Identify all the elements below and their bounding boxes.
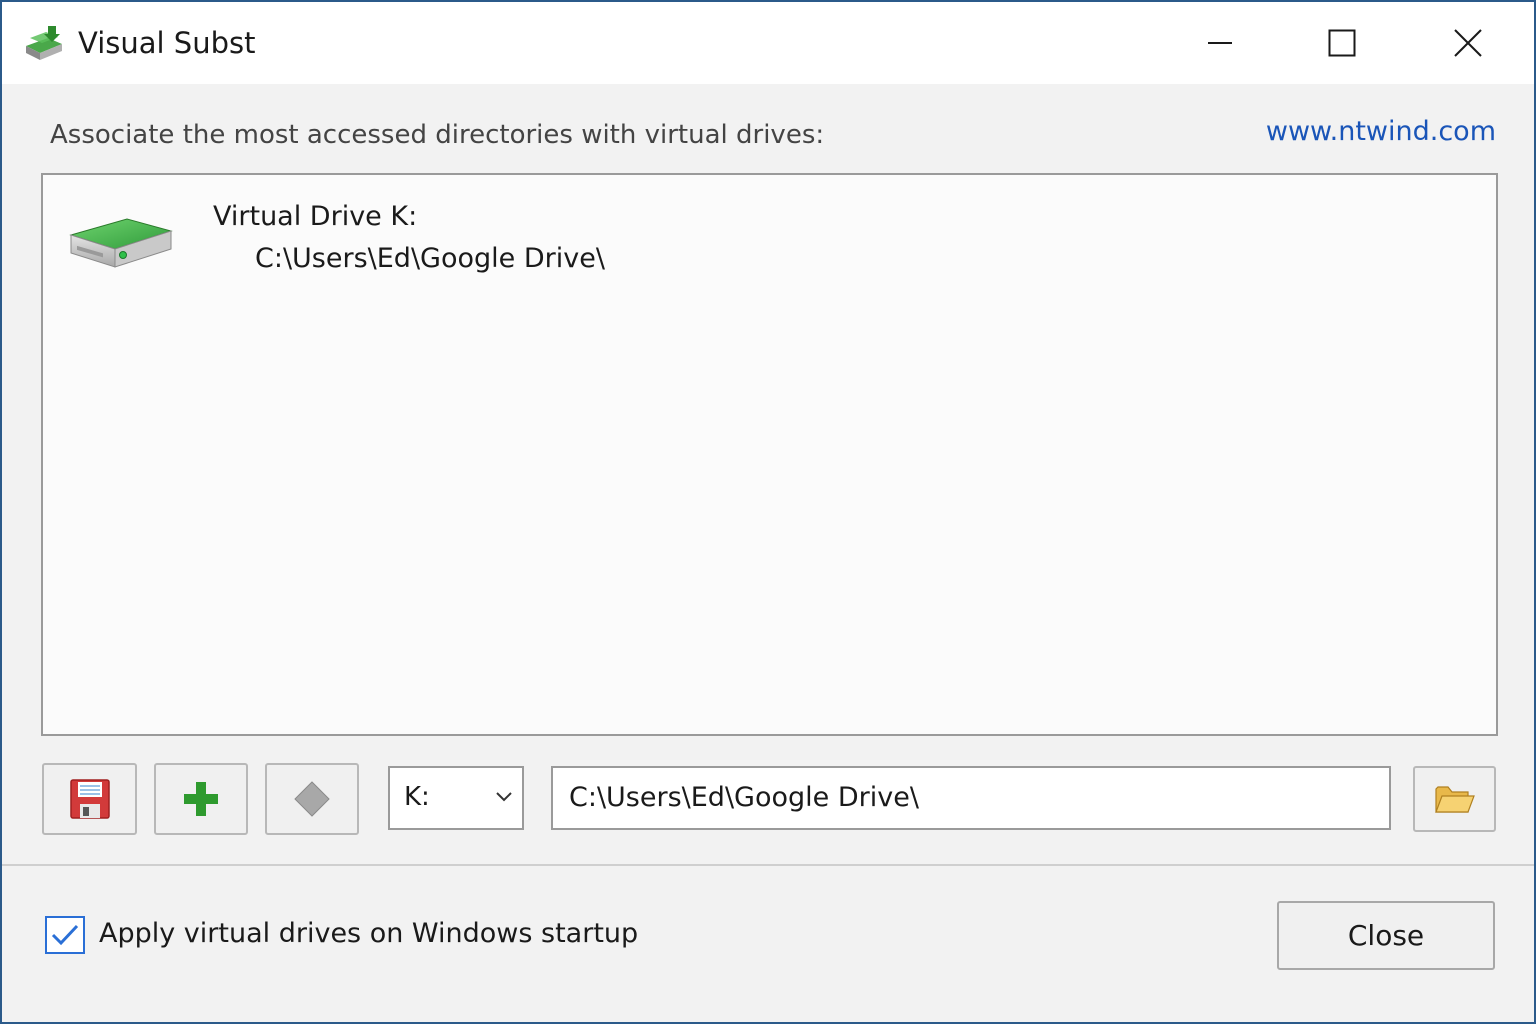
green-drive-icon	[26, 26, 62, 60]
drive-letter-value: K:	[404, 782, 430, 812]
browse-folder-button[interactable]	[1413, 766, 1496, 832]
drive-letter-select[interactable]: K:	[388, 766, 524, 830]
virtual-drive-list[interactable]: Virtual Drive K: C:\Users\Ed\Google Driv…	[41, 173, 1498, 736]
drive-path: C:\Users\Ed\Google Drive\	[255, 243, 605, 274]
website-link[interactable]: www.ntwind.com	[1266, 116, 1496, 147]
minimize-button[interactable]	[1159, 2, 1281, 84]
window-title: Visual Subst	[78, 26, 256, 60]
folder-path-value: C:\Users\Ed\Google Drive\	[569, 782, 919, 813]
folder-path-input[interactable]: C:\Users\Ed\Google Drive\	[551, 766, 1391, 830]
drive-name: Virtual Drive K:	[213, 201, 418, 232]
list-item[interactable]: Virtual Drive K: C:\Users\Ed\Google Driv…	[63, 199, 663, 289]
checkmark-icon	[51, 924, 79, 946]
close-button[interactable]: Close	[1277, 901, 1495, 970]
minimize-icon	[1208, 42, 1232, 44]
main-content: Associate the most accessed directories …	[2, 84, 1534, 864]
save-floppy-icon	[69, 779, 110, 819]
add-drive-button[interactable]	[154, 763, 248, 835]
startup-checkbox[interactable]	[45, 916, 85, 954]
remove-diamond-icon	[294, 781, 330, 817]
folder-open-icon	[1434, 786, 1475, 813]
close-icon	[1454, 29, 1482, 57]
save-button[interactable]	[42, 763, 137, 835]
maximize-icon	[1328, 29, 1356, 57]
instruction-text: Associate the most accessed directories …	[50, 120, 825, 150]
startup-checkbox-label[interactable]: Apply virtual drives on Windows startup	[99, 918, 638, 949]
visual-subst-window: Visual Subst Associate the most accessed…	[0, 0, 1536, 1024]
title-bar[interactable]: Visual Subst	[2, 2, 1534, 84]
remove-drive-button[interactable]	[265, 763, 359, 835]
footer: Apply virtual drives on Windows startup …	[2, 866, 1534, 1022]
hard-drive-icon	[69, 218, 173, 268]
close-window-button[interactable]	[1407, 2, 1529, 84]
add-plus-icon	[184, 782, 218, 816]
chevron-down-icon	[496, 792, 512, 802]
maximize-button[interactable]	[1281, 2, 1403, 84]
